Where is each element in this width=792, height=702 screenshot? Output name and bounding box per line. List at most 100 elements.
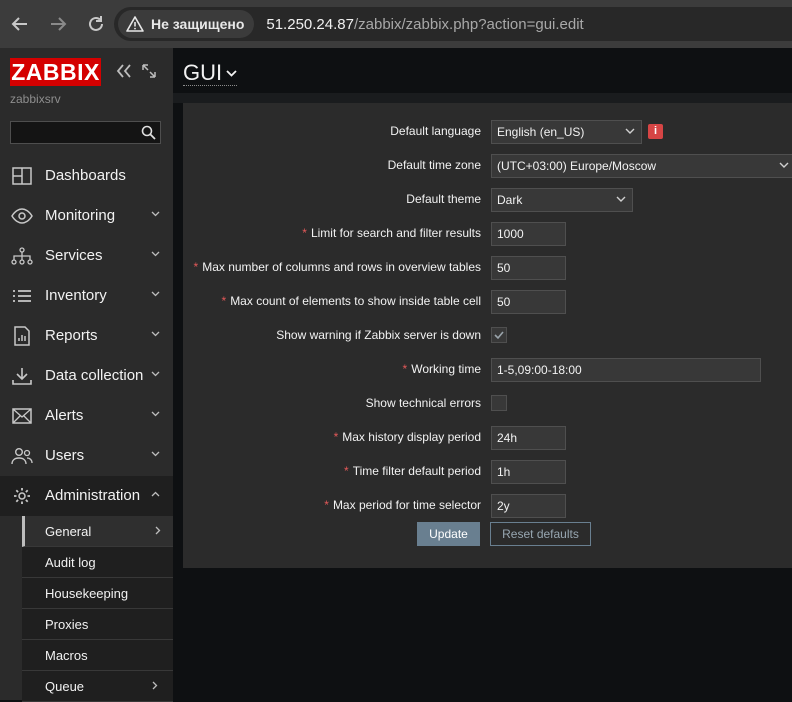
security-indicator[interactable]: Не защищено xyxy=(118,10,255,38)
menu-item-services[interactable]: Services xyxy=(0,236,173,276)
forward-button[interactable] xyxy=(40,6,76,42)
history-period-label: * Max history display period xyxy=(333,430,481,444)
menu-item-label: Users xyxy=(45,447,85,464)
search-icon[interactable] xyxy=(141,125,156,145)
default-language-label: Default language xyxy=(390,124,481,138)
checkmark-icon xyxy=(494,331,504,340)
submenu-item-macros[interactable]: Macros xyxy=(22,640,173,671)
submenu-item-queue[interactable]: Queue xyxy=(22,671,173,702)
menu-item-label: Services xyxy=(45,247,103,264)
submenu-item-proxies[interactable]: Proxies xyxy=(22,609,173,640)
server-check-label: Show warning if Zabbix server is down xyxy=(276,328,481,342)
technical-errors-label: Show technical errors xyxy=(365,396,481,410)
max-overview-input[interactable]: 50 xyxy=(491,256,566,280)
chevron-down-icon xyxy=(151,291,160,297)
max-period-label: * Max period for time selector xyxy=(324,498,481,512)
page-title-text: GUI xyxy=(183,60,223,85)
download-icon xyxy=(12,368,32,385)
chevron-down-icon xyxy=(151,331,160,337)
menu-item-monitoring[interactable]: Monitoring xyxy=(0,196,173,236)
submenu-item-label: Audit log xyxy=(45,555,96,570)
menu-item-label: Administration xyxy=(45,487,141,504)
gear-icon xyxy=(14,488,30,504)
url-path: /zabbix/zabbix.php?action=gui.edit xyxy=(353,15,584,33)
administration-submenu: General Audit log Housekeeping Proxies M… xyxy=(22,516,173,702)
max-in-table-input[interactable]: 50 xyxy=(491,290,566,314)
reports-icon xyxy=(14,326,30,346)
eye-icon xyxy=(11,208,33,224)
submenu-item-label: Proxies xyxy=(45,617,89,632)
period-default-input[interactable]: 1h xyxy=(491,460,566,484)
chevron-down-icon xyxy=(226,70,237,77)
main-content: GUI Default language English (en_US) i D… xyxy=(173,48,792,700)
reset-defaults-button[interactable]: Reset defaults xyxy=(490,522,591,546)
back-button[interactable] xyxy=(2,6,38,42)
dashboards-icon xyxy=(12,167,32,185)
menu-item-label: Data collection xyxy=(45,367,144,384)
info-icon[interactable]: i xyxy=(648,124,663,139)
default-timezone-select[interactable]: (UTC+03:00) Europe/Moscow xyxy=(491,154,792,178)
default-theme-select[interactable]: Dark xyxy=(491,188,633,212)
main-menu: Dashboards Monitoring Services Inventory… xyxy=(0,156,173,516)
zabbix-logo[interactable]: ZABBIX xyxy=(10,58,101,86)
server-check-checkbox[interactable] xyxy=(491,327,507,343)
menu-item-users[interactable]: Users xyxy=(0,436,173,476)
menu-item-label: Inventory xyxy=(45,287,107,304)
submenu-item-housekeeping[interactable]: Housekeeping xyxy=(22,578,173,609)
working-time-label: * Working time xyxy=(402,362,481,376)
technical-errors-checkbox[interactable] xyxy=(491,395,507,411)
max-period-input[interactable]: 2y xyxy=(491,494,566,518)
chevron-down-icon xyxy=(779,162,789,168)
submenu-item-label: Housekeeping xyxy=(45,586,129,601)
reload-button[interactable] xyxy=(78,6,114,42)
chevron-down-icon xyxy=(151,251,160,257)
submenu-item-general[interactable]: General xyxy=(22,516,173,547)
menu-item-label: Dashboards xyxy=(45,167,126,184)
max-overview-label: * Max number of columns and rows in overv… xyxy=(193,260,481,274)
menu-item-label: Monitoring xyxy=(45,207,116,224)
menu-item-alerts[interactable]: Alerts xyxy=(0,396,173,436)
reload-icon xyxy=(89,16,103,31)
menu-item-inventory[interactable]: Inventory xyxy=(0,276,173,316)
submenu-item-label: Macros xyxy=(45,648,88,663)
submenu-item-label: Queue xyxy=(45,679,85,694)
menu-item-data-collection[interactable]: Data collection xyxy=(0,356,173,396)
warning-icon xyxy=(126,16,144,32)
address-bar[interactable]: Не защищено 51.250.24.87/zabbix/zabbix.p… xyxy=(114,7,792,41)
menu-item-dashboards[interactable]: Dashboards xyxy=(0,156,173,196)
arrow-right-icon xyxy=(51,17,67,31)
page-title[interactable]: GUI xyxy=(183,60,238,86)
url-host: 51.250.24.87 xyxy=(266,15,354,33)
history-period-input[interactable]: 24h xyxy=(491,426,566,450)
browser-toolbar: Не защищено 51.250.24.87/zabbix/zabbix.p… xyxy=(0,0,792,48)
arrow-left-icon xyxy=(11,17,27,31)
chevron-up-icon xyxy=(151,491,160,497)
security-label: Не защищено xyxy=(151,16,245,32)
default-timezone-label: Default time zone xyxy=(387,158,481,172)
sidebar: ZABBIX zabbixsrv Dashboards Monitoring S… xyxy=(0,48,173,702)
search-limit-input[interactable]: 1000 xyxy=(491,222,566,246)
chevron-right-icon xyxy=(155,526,161,535)
users-icon xyxy=(11,448,33,465)
menu-item-reports[interactable]: Reports xyxy=(0,316,173,356)
submenu-item-audit-log[interactable]: Audit log xyxy=(22,547,173,578)
server-name: zabbixsrv xyxy=(10,92,61,106)
header-divider xyxy=(173,93,792,103)
collapse-sidebar-icon[interactable] xyxy=(116,63,132,81)
menu-item-administration[interactable]: Administration xyxy=(0,476,173,516)
menu-item-label: Alerts xyxy=(45,407,84,424)
default-language-select[interactable]: English (en_US) xyxy=(491,120,642,144)
working-time-input[interactable]: 1-5,09:00-18:00 xyxy=(491,358,761,382)
chevron-down-icon xyxy=(151,451,160,457)
max-in-table-label: * Max count of elements to show inside ta… xyxy=(221,294,481,308)
update-button[interactable]: Update xyxy=(417,522,480,546)
kiosk-mode-icon[interactable] xyxy=(142,64,156,83)
chevron-down-icon xyxy=(625,128,635,134)
period-default-label: * Time filter default period xyxy=(344,464,481,478)
chevron-right-icon xyxy=(152,681,158,690)
menu-item-label: Reports xyxy=(45,327,98,344)
sidebar-search-input[interactable] xyxy=(10,121,161,144)
default-theme-label: Default theme xyxy=(406,192,481,206)
list-icon xyxy=(13,290,31,302)
chevron-down-icon xyxy=(151,211,160,217)
